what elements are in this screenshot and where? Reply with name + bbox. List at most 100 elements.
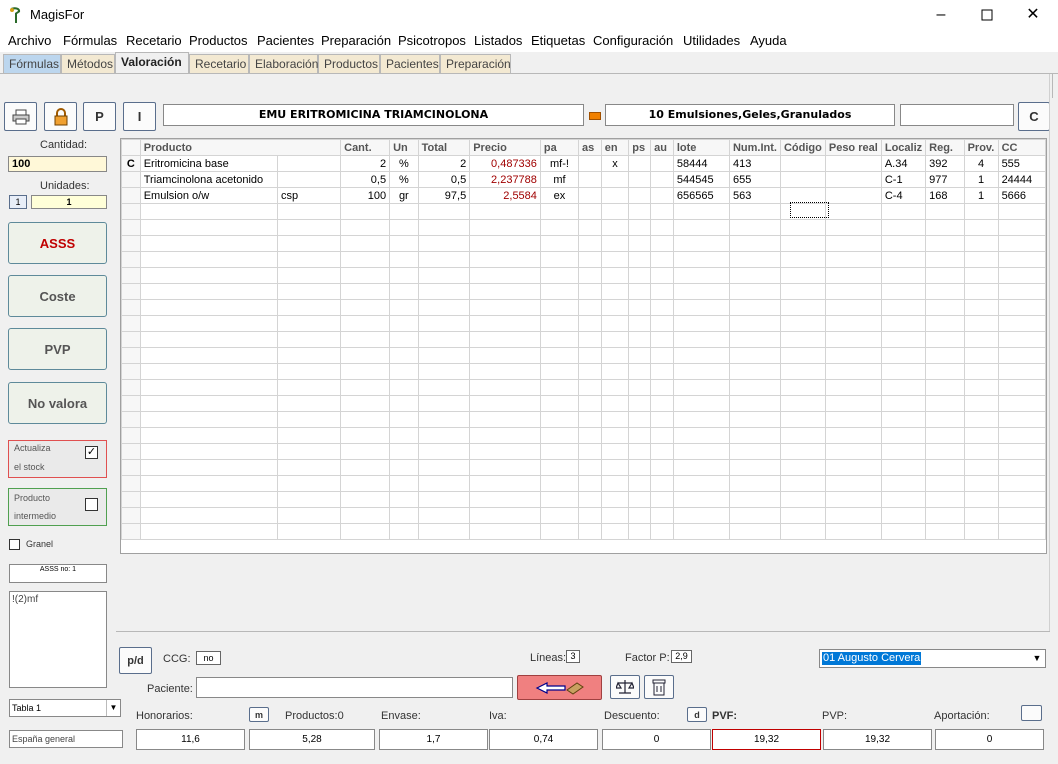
table-cell[interactable] [779, 475, 826, 492]
col-header-total[interactable]: Total [417, 139, 471, 156]
table-cell[interactable] [139, 235, 278, 252]
table-cell[interactable] [628, 443, 652, 460]
table-cell[interactable] [417, 267, 471, 284]
table-cell[interactable] [539, 347, 580, 364]
table-cell[interactable] [728, 299, 781, 316]
p-button[interactable]: P [83, 102, 116, 131]
table-cell[interactable] [469, 331, 541, 348]
table-cell[interactable]: 2 [417, 155, 471, 172]
table-cell[interactable] [628, 171, 652, 188]
table-cell[interactable] [578, 363, 602, 380]
table-cell[interactable] [121, 187, 141, 204]
minimize-icon[interactable]: – [918, 0, 964, 30]
table-cell[interactable]: Triamcinolona acetonido [139, 171, 278, 188]
table-cell[interactable] [672, 395, 730, 412]
table-cell[interactable] [276, 299, 342, 316]
table-cell[interactable] [728, 251, 781, 268]
table-cell[interactable] [340, 235, 391, 252]
table-cell[interactable] [139, 459, 278, 476]
table-cell[interactable] [672, 331, 730, 348]
table-cell[interactable] [824, 427, 882, 444]
table-cell[interactable] [389, 203, 419, 220]
table-cell[interactable] [650, 251, 674, 268]
table-cell[interactable] [276, 363, 342, 380]
table-cell[interactable] [389, 523, 419, 540]
col-header-cant[interactable]: Cant. [340, 139, 391, 156]
table-cell[interactable]: mf [539, 171, 580, 188]
actualiza-stock-checkbox[interactable]: ✓ [85, 446, 98, 459]
table-cell[interactable]: 2,5584 [469, 187, 541, 204]
table-cell[interactable] [340, 491, 391, 508]
table-cell[interactable] [121, 331, 141, 348]
table-cell[interactable] [121, 251, 141, 268]
print-button[interactable] [4, 102, 37, 131]
table-cell[interactable] [880, 411, 927, 428]
table-cell[interactable] [417, 347, 471, 364]
table-cell[interactable] [824, 523, 882, 540]
table-cell[interactable] [650, 315, 674, 332]
table-cell[interactable] [276, 315, 342, 332]
table-cell[interactable] [276, 347, 342, 364]
table-cell[interactable] [925, 411, 965, 428]
c-button[interactable]: C [1018, 102, 1050, 131]
table-cell[interactable] [417, 411, 471, 428]
table-cell[interactable] [824, 395, 882, 412]
table-cell[interactable] [997, 347, 1046, 364]
table-cell[interactable] [963, 523, 999, 540]
table-cell[interactable] [469, 379, 541, 396]
table-cell[interactable] [578, 219, 602, 236]
table-cell[interactable] [600, 363, 630, 380]
table-cell[interactable] [469, 507, 541, 524]
table-cell[interactable] [880, 267, 927, 284]
table-cell[interactable] [925, 395, 965, 412]
table-cell[interactable] [997, 427, 1046, 444]
table-cell[interactable] [728, 219, 781, 236]
table-cell[interactable] [779, 155, 826, 172]
table-cell[interactable] [600, 379, 630, 396]
menu-pacientes[interactable]: Pacientes [257, 33, 314, 48]
table-cell[interactable] [276, 251, 342, 268]
table-cell[interactable] [578, 523, 602, 540]
unidades-step-button[interactable]: 1 [9, 195, 27, 209]
table-cell[interactable] [628, 379, 652, 396]
table-cell[interactable] [728, 523, 781, 540]
table-cell[interactable] [824, 491, 882, 508]
table-cell[interactable] [389, 235, 419, 252]
table-cell[interactable] [880, 331, 927, 348]
table-cell[interactable] [600, 331, 630, 348]
table-cell[interactable] [469, 299, 541, 316]
table-cell[interactable] [628, 411, 652, 428]
table-cell[interactable] [824, 187, 882, 204]
table-cell[interactable] [650, 187, 674, 204]
table-cell[interactable] [997, 219, 1046, 236]
table-cell[interactable] [276, 171, 342, 188]
table-cell[interactable] [880, 315, 927, 332]
table-cell[interactable] [925, 379, 965, 396]
table-cell[interactable] [340, 523, 391, 540]
table-cell[interactable] [672, 491, 730, 508]
table-cell[interactable] [650, 331, 674, 348]
table-cell[interactable] [779, 331, 826, 348]
table-cell[interactable] [276, 155, 342, 172]
d-button[interactable]: d [687, 707, 707, 722]
transfer-button[interactable] [517, 675, 602, 700]
table-cell[interactable] [539, 331, 580, 348]
table-cell[interactable] [672, 203, 730, 220]
table-cell[interactable] [628, 251, 652, 268]
table-cell[interactable] [997, 283, 1046, 300]
table-cell[interactable] [121, 379, 141, 396]
table-cell[interactable] [779, 507, 826, 524]
table-cell[interactable] [880, 427, 927, 444]
table-cell[interactable] [389, 459, 419, 476]
table-cell[interactable] [650, 299, 674, 316]
table-cell[interactable] [628, 187, 652, 204]
table-cell[interactable]: 97,5 [417, 187, 471, 204]
chevron-down-icon[interactable]: ▼ [1029, 650, 1045, 667]
table-cell[interactable] [417, 475, 471, 492]
table-cell[interactable] [417, 331, 471, 348]
table-cell[interactable] [650, 267, 674, 284]
table-cell[interactable] [121, 347, 141, 364]
table-cell[interactable] [121, 475, 141, 492]
table-cell[interactable] [469, 251, 541, 268]
table-cell[interactable] [600, 491, 630, 508]
